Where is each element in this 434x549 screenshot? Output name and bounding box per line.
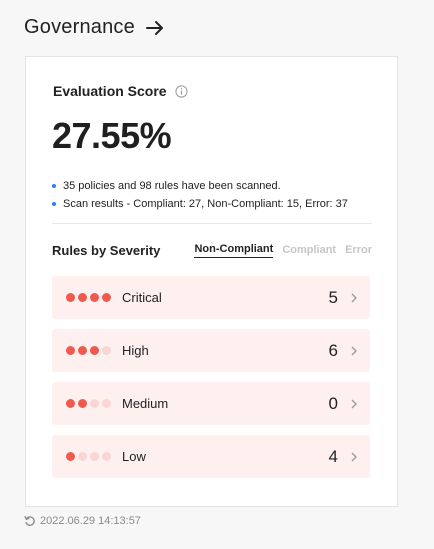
severity-header: Rules by Severity Non-Compliant Complian…	[52, 243, 372, 258]
evaluation-score-header: Evaluation Score	[53, 83, 188, 99]
scan-summary: 35 policies and 98 rules have been scann…	[52, 177, 348, 213]
severity-row-critical[interactable]: Critical 5	[52, 276, 370, 319]
severity-tabs: Non-Compliant Compliant Error	[194, 243, 372, 258]
severity-label: Critical	[122, 290, 162, 305]
severity-dot-icon	[78, 399, 87, 408]
severity-row-medium[interactable]: Medium 0	[52, 382, 370, 425]
evaluation-score-title: Evaluation Score	[53, 83, 167, 99]
scan-summary-item: Scan results - Compliant: 27, Non-Compli…	[52, 195, 348, 213]
severity-title: Rules by Severity	[52, 243, 161, 258]
scan-summary-item: 35 policies and 98 rules have been scann…	[52, 177, 348, 195]
severity-dot-icon	[90, 452, 99, 461]
severity-dot-icon	[66, 293, 75, 302]
severity-level-indicator	[66, 346, 122, 355]
severity-row-high[interactable]: High 6	[52, 329, 370, 372]
severity-label: Medium	[122, 396, 169, 411]
severity-dot-icon	[102, 452, 111, 461]
severity-dot-icon	[102, 346, 111, 355]
evaluation-score-value: 27.55%	[52, 115, 172, 156]
arrow-right-icon[interactable]	[145, 18, 165, 38]
severity-level-indicator	[66, 293, 122, 302]
bullet-dot-icon	[52, 184, 56, 188]
chevron-right-icon	[351, 452, 357, 461]
severity-list: Critical 5 High 6 Medium 0 Low 4	[52, 276, 370, 488]
severity-dot-icon	[66, 399, 75, 408]
severity-dot-icon	[66, 346, 75, 355]
info-icon[interactable]	[174, 84, 188, 98]
severity-dot-icon	[78, 293, 87, 302]
scan-summary-text: Scan results - Compliant: 27, Non-Compli…	[63, 198, 348, 210]
tab-compliant[interactable]: Compliant	[282, 244, 336, 258]
severity-label: Low	[122, 449, 146, 464]
governance-header-link[interactable]: Governance	[24, 16, 165, 39]
tab-error[interactable]: Error	[345, 244, 372, 258]
timestamp-text: 2022.06.29 14:13:57	[40, 515, 141, 527]
chevron-right-icon	[351, 346, 357, 355]
severity-count: 6	[328, 340, 338, 360]
severity-dot-icon	[102, 399, 111, 408]
divider	[52, 223, 372, 224]
severity-dot-icon	[102, 293, 111, 302]
severity-dot-icon	[90, 293, 99, 302]
severity-count: 4	[328, 446, 338, 466]
severity-count: 0	[328, 393, 338, 413]
chevron-right-icon	[351, 399, 357, 408]
severity-dot-icon	[78, 346, 87, 355]
severity-dot-icon	[90, 399, 99, 408]
page-title: Governance	[24, 16, 135, 38]
severity-count: 5	[328, 287, 338, 307]
refresh-icon[interactable]	[24, 515, 36, 527]
severity-dot-icon	[78, 452, 87, 461]
severity-level-indicator	[66, 452, 122, 461]
scan-summary-text: 35 policies and 98 rules have been scann…	[63, 180, 281, 192]
severity-dot-icon	[66, 452, 75, 461]
chevron-right-icon	[351, 293, 357, 302]
bullet-dot-icon	[52, 202, 56, 206]
severity-row-low[interactable]: Low 4	[52, 435, 370, 478]
tab-non-compliant[interactable]: Non-Compliant	[194, 243, 274, 258]
severity-label: High	[122, 343, 149, 358]
severity-level-indicator	[66, 399, 122, 408]
governance-card: Evaluation Score 27.55% 35 policies and …	[25, 56, 398, 507]
last-updated: 2022.06.29 14:13:57	[24, 515, 141, 527]
severity-dot-icon	[90, 346, 99, 355]
